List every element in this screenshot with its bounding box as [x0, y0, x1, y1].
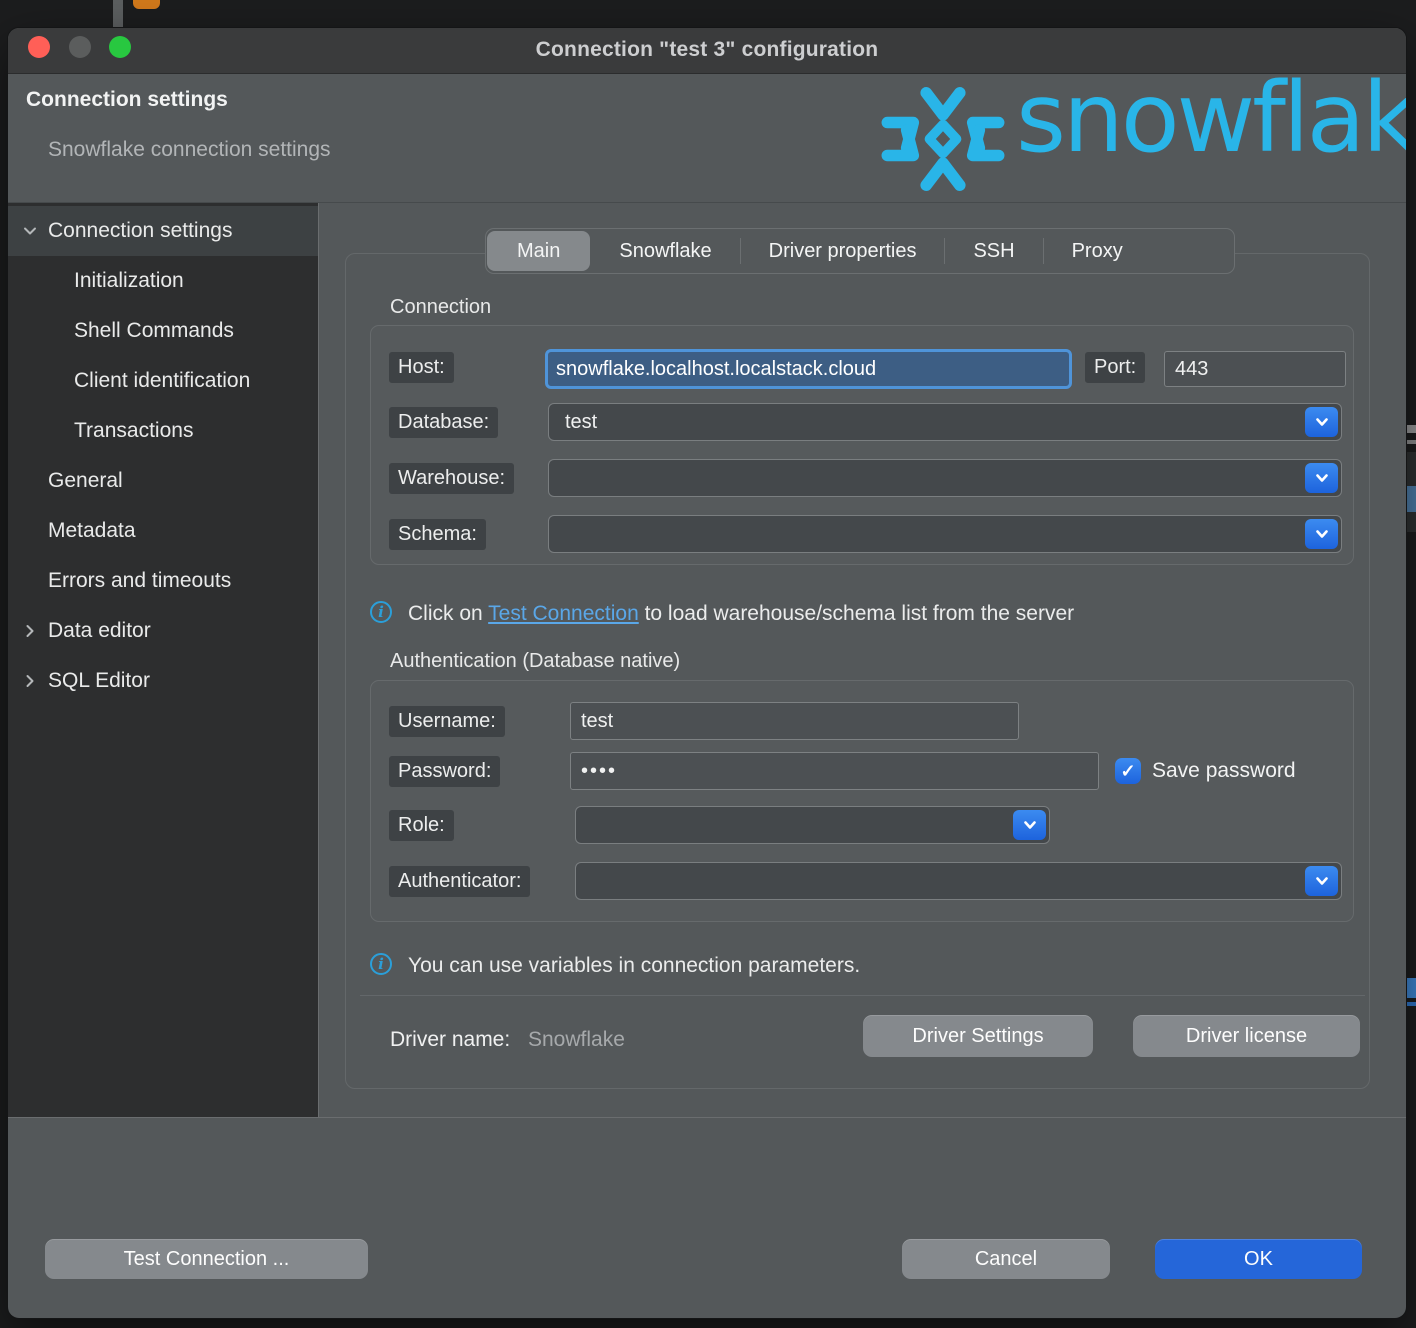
tab-separator: [944, 238, 945, 264]
tree-item-shell-commands[interactable]: Shell Commands: [8, 306, 318, 356]
tab-driver-properties[interactable]: Driver properties: [742, 231, 944, 271]
driver-settings-button[interactable]: Driver Settings: [863, 1015, 1093, 1057]
settings-tree: Connection settings Initialization Shell…: [8, 203, 319, 1117]
background-edge-artifact: [1406, 440, 1416, 444]
connection-group-label: Connection: [390, 296, 491, 319]
schema-combo[interactable]: [548, 515, 1342, 553]
minimize-button[interactable]: [69, 36, 91, 58]
driver-license-button[interactable]: Driver license: [1133, 1015, 1360, 1057]
chevron-down-icon: [1314, 414, 1330, 430]
chevron-down-icon: [1314, 526, 1330, 542]
tree-item-general[interactable]: General: [8, 456, 318, 506]
tab-ssh[interactable]: SSH: [946, 231, 1041, 271]
background-edge-artifact: [1406, 1002, 1416, 1006]
background-edge-artifact: [1406, 425, 1416, 433]
chevron-down-icon: [1314, 873, 1330, 889]
tab-proxy[interactable]: Proxy: [1045, 231, 1150, 271]
save-password-checkbox[interactable]: ✓: [1115, 758, 1141, 784]
host-label: Host:: [389, 352, 454, 383]
background-app-icon: [133, 0, 160, 9]
background-edge-artifact: [1406, 978, 1416, 998]
window-title: Connection "test 3" configuration: [8, 38, 1406, 62]
info-icon: i: [370, 953, 392, 975]
snowflake-logo: snowflake: [880, 74, 1406, 202]
test-connection-hint: Click on Test Connection to load warehou…: [408, 602, 1074, 626]
tab-main[interactable]: Main: [487, 231, 590, 271]
tab-bar: Main Snowflake Driver properties SSH Pro…: [485, 228, 1235, 274]
username-input[interactable]: [570, 702, 1019, 740]
info-icon: i: [370, 601, 392, 623]
authenticator-dropdown-button[interactable]: [1305, 866, 1338, 896]
database-value: test: [565, 411, 597, 434]
cancel-button[interactable]: Cancel: [902, 1239, 1110, 1279]
tree-item-metadata[interactable]: Metadata: [8, 506, 318, 556]
background-edge-artifact: [1406, 486, 1416, 512]
snowflake-mark-icon: [880, 76, 1006, 202]
warehouse-dropdown-button[interactable]: [1305, 463, 1338, 493]
save-password-label: Save password: [1152, 759, 1296, 783]
snowflake-wordmark: snowflake: [1016, 74, 1406, 174]
test-connection-link[interactable]: Test Connection: [488, 602, 639, 625]
authenticator-combo[interactable]: [575, 862, 1342, 900]
page-title: Connection settings: [26, 88, 228, 112]
title-bar[interactable]: Connection "test 3" configuration: [8, 28, 1406, 74]
hint-prefix: Click on: [408, 602, 488, 625]
warehouse-label: Warehouse:: [389, 463, 514, 494]
chevron-down-icon: [1022, 817, 1038, 833]
authenticator-label: Authenticator:: [389, 866, 530, 897]
driver-name-value: Snowflake: [528, 1028, 625, 1052]
variables-hint: You can use variables in connection para…: [408, 954, 860, 978]
schema-dropdown-button[interactable]: [1305, 519, 1338, 549]
footer-divider: [8, 1117, 1406, 1118]
tree-item-connection-settings[interactable]: Connection settings: [8, 206, 318, 256]
role-dropdown-button[interactable]: [1013, 810, 1046, 840]
chevron-down-icon[interactable]: [20, 221, 40, 241]
chevron-right-icon[interactable]: [20, 671, 40, 691]
tab-snowflake[interactable]: Snowflake: [592, 231, 738, 271]
role-label: Role:: [389, 810, 454, 841]
password-label: Password:: [389, 756, 500, 787]
warehouse-combo[interactable]: [548, 459, 1342, 497]
ok-button[interactable]: OK: [1155, 1239, 1362, 1279]
role-combo[interactable]: [575, 806, 1050, 844]
authentication-group-label: Authentication (Database native): [390, 650, 680, 673]
zoom-button[interactable]: [109, 36, 131, 58]
checkmark-icon: ✓: [1120, 761, 1135, 782]
tree-item-client-identification[interactable]: Client identification: [8, 356, 318, 406]
database-dropdown-button[interactable]: [1305, 407, 1338, 437]
username-label: Username:: [389, 706, 505, 737]
tree-item-data-editor[interactable]: Data editor: [8, 606, 318, 656]
tree-item-sql-editor[interactable]: SQL Editor: [8, 656, 318, 706]
hint-suffix: to load warehouse/schema list from the s…: [639, 602, 1074, 625]
driver-name-label: Driver name:: [390, 1028, 510, 1052]
tree-item-initialization[interactable]: Initialization: [8, 256, 318, 306]
port-input[interactable]: [1164, 351, 1346, 387]
background-app-strip: [113, 0, 123, 28]
tree-item-transactions[interactable]: Transactions: [8, 406, 318, 456]
chevron-right-icon[interactable]: [20, 621, 40, 641]
close-button[interactable]: [28, 36, 50, 58]
database-label: Database:: [389, 407, 498, 438]
tree-item-errors-and-timeouts[interactable]: Errors and timeouts: [8, 556, 318, 606]
port-label: Port:: [1085, 352, 1145, 383]
password-input[interactable]: [570, 752, 1099, 790]
page-subtitle: Snowflake connection settings: [48, 138, 331, 162]
chevron-down-icon: [1314, 470, 1330, 486]
connection-configuration-dialog: Connection "test 3" configuration Connec…: [8, 28, 1406, 1318]
schema-label: Schema:: [389, 519, 486, 550]
host-input[interactable]: [545, 349, 1072, 389]
tab-separator: [740, 238, 741, 264]
test-connection-button[interactable]: Test Connection ...: [45, 1239, 368, 1279]
database-combo[interactable]: test: [548, 403, 1342, 441]
tab-separator: [1043, 238, 1044, 264]
driver-divider: [360, 995, 1365, 996]
